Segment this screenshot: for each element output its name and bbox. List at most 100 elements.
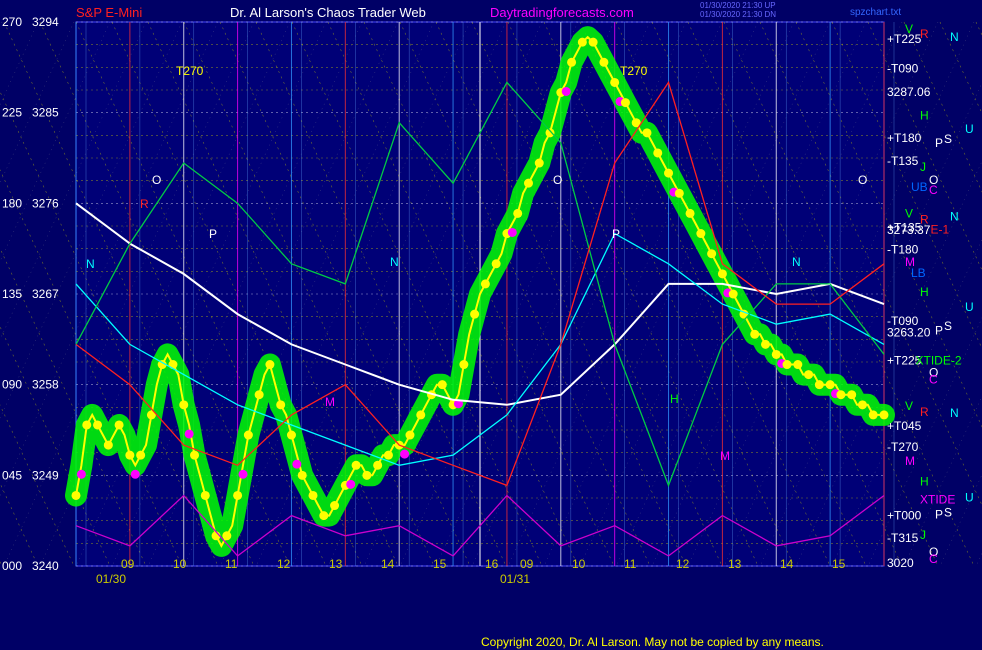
price-dot-low xyxy=(346,479,356,489)
right-letter-label: N xyxy=(950,209,959,223)
x-tick-hour: 16 xyxy=(485,557,499,571)
right-level-label: +T000 xyxy=(887,509,922,523)
price-dot xyxy=(308,490,318,500)
price-dot xyxy=(71,490,81,500)
right-letter-label: H xyxy=(920,285,929,299)
y-tick-degrees: 045 xyxy=(2,468,22,482)
footer-copyright: Copyright 2020, Dr. Al Larson. May not b… xyxy=(481,635,824,649)
right-level-label: +T045 xyxy=(887,419,922,433)
x-tick-hour: 13 xyxy=(728,557,742,571)
price-dot-low xyxy=(76,469,86,479)
price-dot-low xyxy=(130,469,140,479)
price-dot xyxy=(373,460,383,470)
right-letter-label: N xyxy=(950,406,959,420)
price-dot xyxy=(190,450,200,460)
y-tick-degrees: 270 xyxy=(2,15,22,29)
price-dot xyxy=(836,390,846,400)
y-tick-price: 3285 xyxy=(32,106,59,120)
price-dot xyxy=(545,128,555,138)
right-letter-label: V xyxy=(905,206,913,220)
y-tick-price: 3294 xyxy=(32,15,59,29)
price-dot xyxy=(491,259,501,269)
header-site: Daytradingforecasts.com xyxy=(490,5,634,20)
price-dot-low xyxy=(292,459,302,469)
right-level-label: +T180 xyxy=(887,131,922,145)
y-tick-degrees: 180 xyxy=(2,196,22,210)
x-tick-hour: 15 xyxy=(832,557,846,571)
right-letter-label: V xyxy=(905,399,913,413)
right-letter-label: U xyxy=(965,490,974,504)
price-dot xyxy=(93,420,103,430)
chart-svg: 3294 270 3285 225 3276 180 3267 135 3258 090 3249 0… xyxy=(0,0,982,650)
right-letter-label: H xyxy=(920,109,929,123)
right-letter-label: S xyxy=(944,506,952,520)
right-letter-label: UB xyxy=(911,180,928,194)
right-letter-label: J xyxy=(920,160,926,174)
right-letter-label: LB xyxy=(911,266,926,280)
in-chart-label: H xyxy=(670,392,679,406)
chart-stage: 3294 270 3285 225 3276 180 3267 135 3258 090 3249 0… xyxy=(0,0,982,650)
in-chart-label: T270 xyxy=(176,64,204,78)
price-dot xyxy=(286,430,296,440)
right-letter-label: N xyxy=(950,30,959,44)
right-letter-label: S xyxy=(944,132,952,146)
in-chart-label: O xyxy=(152,173,161,187)
price-dot xyxy=(222,531,232,541)
right-letter-label: J xyxy=(920,528,926,542)
price-dot xyxy=(534,158,544,168)
price-dot xyxy=(351,460,361,470)
price-dot xyxy=(750,329,760,339)
right-level-label: -T315 xyxy=(887,531,919,545)
price-dot xyxy=(513,208,523,218)
price-dot xyxy=(814,380,824,390)
right-letter-label: V xyxy=(905,22,913,36)
in-chart-label: M xyxy=(720,449,730,463)
in-chart-label: T270 xyxy=(620,64,648,78)
price-dot xyxy=(857,400,867,410)
price-dot xyxy=(200,490,210,500)
price-dot-low xyxy=(507,227,517,237)
price-dot xyxy=(728,289,738,299)
right-letter-label: R xyxy=(920,405,929,419)
y-tick-degrees: 225 xyxy=(2,106,22,120)
price-dot xyxy=(804,370,814,380)
y-tick-price: 3267 xyxy=(32,287,59,301)
price-dot xyxy=(782,360,792,370)
right-level-label: -T135 xyxy=(887,154,919,168)
price-dot xyxy=(265,360,275,370)
price-dot xyxy=(717,269,727,279)
right-letter-label: C xyxy=(929,552,938,566)
price-dot xyxy=(760,339,770,349)
price-dot-low xyxy=(184,429,194,439)
price-dot xyxy=(825,380,835,390)
right-letter-label: M xyxy=(905,454,915,468)
right-letter-label: XTIDE-2 xyxy=(916,353,962,367)
right-level-label: -T270 xyxy=(887,440,919,454)
right-letter-label: U xyxy=(965,300,974,314)
price-dot xyxy=(276,400,286,410)
right-letter-label: R xyxy=(920,212,929,226)
header-file: spzchart.txt xyxy=(850,7,901,18)
in-chart-label: N xyxy=(86,257,95,271)
price-dot xyxy=(620,98,630,108)
price-dot xyxy=(416,410,426,420)
price-dot xyxy=(243,430,253,440)
header-title: Dr. Al Larson's Chaos Trader Web xyxy=(230,5,426,20)
price-dot xyxy=(114,420,124,430)
y-tick-degrees: 090 xyxy=(2,378,22,392)
price-dot xyxy=(847,390,857,400)
price-dot-low xyxy=(400,449,410,459)
x-tick-hour: 09 xyxy=(520,557,534,571)
right-letter-label: S xyxy=(944,319,952,333)
in-chart-label: N xyxy=(390,255,399,269)
in-chart-label: P xyxy=(612,227,620,241)
price-dot xyxy=(233,490,243,500)
right-letter-label: R xyxy=(920,27,929,41)
price-dot xyxy=(103,440,113,450)
x-tick-hour: 12 xyxy=(277,557,291,571)
price-dot xyxy=(459,360,469,370)
y-tick-price: 3240 xyxy=(32,559,59,573)
right-letter-label: C xyxy=(929,183,938,197)
price-dot xyxy=(405,430,415,440)
x-tick-hour: 12 xyxy=(676,557,690,571)
